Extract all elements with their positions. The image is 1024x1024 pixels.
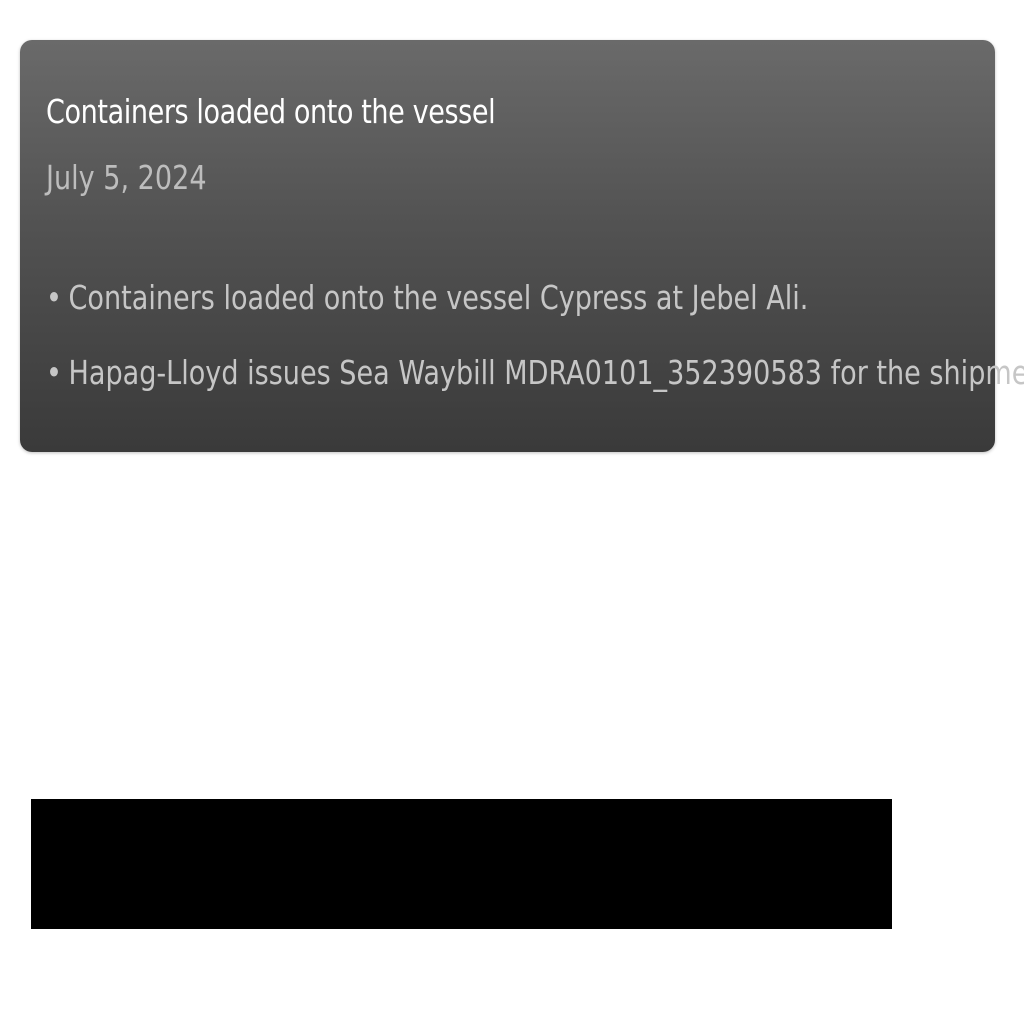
event-details-list: • Containers loaded onto the vessel Cypre… xyxy=(46,278,1024,393)
event-date: July 5, 2024 xyxy=(46,158,207,197)
event-detail-item: • Hapag-Lloyd issues Sea Waybill MDRA0101… xyxy=(46,353,1024,393)
event-title: Containers loaded onto the vessel xyxy=(46,92,496,131)
bullet-icon: • xyxy=(46,278,62,317)
bullet-icon: • xyxy=(46,353,62,392)
event-detail-text: Hapag-Lloyd issues Sea Waybill MDRA0101_… xyxy=(68,353,1024,392)
event-tooltip-card: Containers loaded onto the vessel July 5… xyxy=(20,40,1024,452)
event-detail-item: • Containers loaded onto the vessel Cypre… xyxy=(46,278,824,318)
event-detail-text: Containers loaded onto the vessel Cypres… xyxy=(68,278,809,317)
redacted-block xyxy=(31,799,892,929)
